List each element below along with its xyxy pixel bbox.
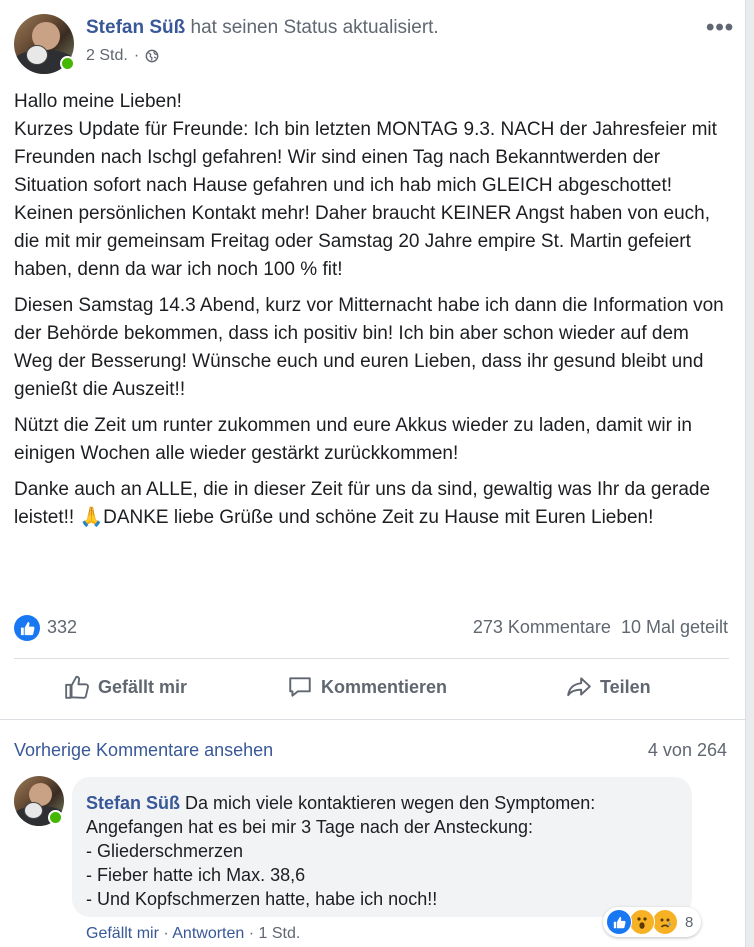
meta-separator: · — [133, 47, 140, 64]
comment-button-label: Kommentieren — [321, 676, 448, 697]
shares-count-link[interactable]: 10 Mal geteilt — [621, 617, 728, 638]
comment-bubble-icon — [289, 677, 311, 697]
online-status-indicator — [48, 810, 63, 825]
comment-line: - Fieber hatte ich Max. 38,6 — [86, 865, 306, 885]
sad-reaction-icon — [652, 909, 678, 935]
post-paragraph: Diesen Samstag 14.3 Abend, kurz vor Mitt… — [14, 295, 724, 400]
comment-author-link[interactable]: Stefan Süß — [86, 793, 180, 813]
comment-reactions[interactable]: 8 — [603, 907, 702, 937]
post-meta: 2 Std. · — [86, 47, 159, 65]
comment-text: Stefan Süß Da mich viele kontaktieren we… — [86, 791, 686, 911]
author-name-link[interactable]: Stefan Süß — [86, 17, 185, 38]
thumbs-up-icon — [65, 675, 89, 699]
comment-bubble: Stefan Süß Da mich viele kontaktieren we… — [72, 777, 692, 917]
share-button[interactable]: Teilen — [566, 674, 651, 700]
comments-position: 4 von 264 — [647, 740, 727, 760]
comment-reply-link[interactable]: Antworten — [172, 925, 244, 942]
wow-reaction-icon — [629, 909, 655, 935]
post-card: Stefan Süß hat seinen Status aktualisier… — [0, 0, 746, 947]
comments-count-link[interactable]: 273 Kommentare — [473, 617, 611, 638]
more-options-icon[interactable]: ••• — [706, 14, 734, 42]
like-button-label: Gefällt mir — [98, 676, 188, 697]
action-separator: · — [163, 925, 169, 942]
action-separator: · — [248, 925, 255, 942]
divider — [14, 658, 729, 659]
header-suffix: hat seinen Status aktualisiert. — [190, 17, 439, 38]
section-divider — [0, 719, 745, 720]
comment-line: Da mich viele kontaktieren wegen den Sym… — [185, 793, 596, 813]
comment-button[interactable]: Kommentieren — [287, 674, 447, 700]
post-paragraph: Nützt die Zeit um runter zukommen und eu… — [14, 415, 692, 464]
like-button[interactable]: Gefällt mir — [64, 674, 187, 700]
post-paragraph: Danke auch an ALLE, die in dieser Zeit f… — [14, 479, 711, 528]
comment-line: - Und Kopfschmerzen hatte, habe ich noch… — [86, 889, 438, 909]
like-reaction-icon — [606, 909, 632, 935]
comment-timestamp[interactable]: 1 Std. — [259, 925, 301, 942]
globe-icon[interactable] — [145, 49, 159, 63]
view-previous-comments-link[interactable]: Vorherige Kommentare ansehen — [14, 740, 273, 761]
post-header: Stefan Süß hat seinen Status aktualisier… — [86, 17, 439, 39]
post-timestamp[interactable]: 2 Std. — [86, 47, 128, 65]
online-status-indicator — [60, 56, 75, 71]
share-arrow-icon — [567, 677, 591, 697]
post-paragraph: Hallo meine Lieben! Kurzes Update für Fr… — [14, 91, 717, 280]
comment-reaction-count: 8 — [685, 913, 694, 931]
like-reaction-icon[interactable] — [14, 615, 40, 641]
engagement-counts: 273 Kommentare 10 Mal geteilt — [473, 617, 728, 638]
comment-like-link[interactable]: Gefällt mir — [86, 925, 159, 942]
like-count[interactable]: 332 — [47, 617, 77, 638]
comment-actions: Gefällt mir · Antworten · 1 Std. — [86, 925, 300, 943]
post-body: Hallo meine Lieben! Kurzes Update für Fr… — [14, 88, 732, 540]
share-button-label: Teilen — [600, 676, 651, 697]
comment-line: Angefangen hat es bei mir 3 Tage nach de… — [86, 817, 533, 837]
comment-line: - Gliederschmerzen — [86, 841, 244, 861]
